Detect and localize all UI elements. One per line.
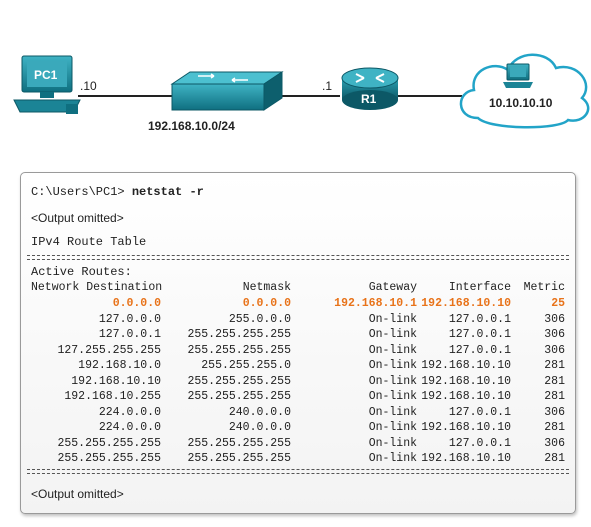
route-row: 192.168.10.10 255.255.255.255 On-link 192.1… <box>21 375 575 390</box>
route-cell-interface: 127.0.0.1 <box>448 328 511 341</box>
separator-line-bottom <box>27 469 569 474</box>
route-cell-interface: 192.168.10.10 <box>421 452 511 465</box>
route-cell-dest: 255.255.255.255 <box>57 452 161 465</box>
pc1-label: PC1 <box>34 68 58 82</box>
route-cell-dest: 192.168.10.10 <box>71 374 161 388</box>
route-cell-interface: 192.168.10.10 <box>421 297 511 310</box>
output-omitted-bottom: <Output omitted> <box>31 487 124 501</box>
terminal-output-box: C:\Users\PC1> netstat -r <Output omitted… <box>20 172 576 514</box>
route-cell-interface: 127.0.0.1 <box>448 436 511 450</box>
route-cell-interface: 192.168.10.10 <box>421 421 511 434</box>
route-table-title: IPv4 Route Table <box>31 235 147 249</box>
route-cell-dest: 127.0.0.0 <box>98 312 161 326</box>
route-row: 192.168.10.255 255.255.255.255 On-link 192.… <box>21 390 575 405</box>
header-network-destination: Network Destination <box>31 281 163 294</box>
route-cell-mask: 255.255.255.255 <box>187 328 291 341</box>
route-cell-interface: 192.168.10.10 <box>421 374 511 388</box>
route-row-default: 0.0.0.0 0.0.0.0 192.168.10.1 192.168.10.10 2… <box>21 297 575 312</box>
route-cell-metric: 281 <box>544 374 565 388</box>
route-cell-gateway: On-link <box>368 374 417 388</box>
route-cell-interface: 127.0.0.1 <box>448 405 511 419</box>
route-cell-gateway: On-link <box>368 312 417 326</box>
route-cell-mask: 240.0.0.0 <box>228 405 291 419</box>
command-prompt: C:\Users\PC1> <box>31 185 132 199</box>
header-netmask: Netmask <box>242 281 291 294</box>
network-address-label: 192.168.10.0/24 <box>148 119 235 133</box>
route-cell-gateway: On-link <box>368 328 417 341</box>
route-row: 127.255.255.255 255.255.255.255 On-link 127… <box>21 344 575 359</box>
router-port-address: .1 <box>322 79 332 93</box>
route-cell-mask: 255.0.0.0 <box>228 312 291 326</box>
route-cell-interface: 192.168.10.10 <box>421 359 511 372</box>
pc1-computer-icon[interactable] <box>13 55 81 114</box>
command-line: C:\Users\PC1> netstat -r <box>31 185 204 199</box>
header-metric: Metric <box>523 281 565 294</box>
route-cell-mask: 240.0.0.0 <box>228 421 291 434</box>
route-cell-dest: 127.255.255.255 <box>57 343 161 357</box>
route-row: 127.0.0.1 255.255.255.255 On-link 127.0.0.1… <box>21 328 575 343</box>
route-cell-dest: 192.168.10.255 <box>64 390 161 403</box>
route-row: 224.0.0.0 240.0.0.0 On-link 192.168.10.10 28… <box>21 421 575 436</box>
route-cell-gateway: On-link <box>368 359 417 372</box>
route-cell-gateway: On-link <box>368 390 417 403</box>
route-row: 255.255.255.255 255.255.255.255 On-link 127… <box>21 437 575 452</box>
remote-host-address: 10.10.10.10 <box>489 96 553 110</box>
separator-line <box>27 255 569 260</box>
route-cell-gateway: On-link <box>368 436 417 450</box>
route-cell-interface: 127.0.0.1 <box>448 312 511 326</box>
route-cell-metric: 306 <box>544 405 565 419</box>
route-cell-metric: 281 <box>544 359 565 372</box>
route-cell-metric: 306 <box>544 343 565 357</box>
route-cell-dest: 224.0.0.0 <box>98 421 161 434</box>
route-cell-interface: 192.168.10.10 <box>421 390 511 403</box>
switch-icon[interactable] <box>170 71 284 111</box>
route-cell-gateway: On-link <box>368 421 417 434</box>
route-cell-dest: 224.0.0.0 <box>98 405 161 419</box>
route-row: 192.168.10.0 255.255.255.0 On-link 192.168.… <box>21 359 575 374</box>
route-cell-metric: 281 <box>544 421 565 434</box>
route-cell-mask: 0.0.0.0 <box>242 297 291 310</box>
route-table-header: Network Destination Netmask Gateway Inte… <box>21 281 575 296</box>
route-row: 224.0.0.0 240.0.0.0 On-link 127.0.0.1 306 <box>21 406 575 421</box>
command-text: netstat -r <box>131 185 204 199</box>
route-cell-metric: 281 <box>544 390 565 403</box>
route-cell-mask: 255.255.255.255 <box>187 436 291 450</box>
route-cell-metric: 306 <box>544 436 565 450</box>
pc1-host-address: .10 <box>80 79 97 93</box>
header-interface: Interface <box>448 281 511 294</box>
route-cell-metric: 281 <box>544 452 565 465</box>
route-cell-mask: 255.255.255.255 <box>187 374 291 388</box>
route-cell-dest: 0.0.0.0 <box>112 297 161 310</box>
route-cell-mask: 255.255.255.255 <box>187 452 291 465</box>
header-gateway: Gateway <box>368 281 417 294</box>
route-cell-dest: 192.168.10.0 <box>78 359 161 372</box>
output-omitted-top: <Output omitted> <box>31 211 124 225</box>
route-cell-interface: 127.0.0.1 <box>448 343 511 357</box>
route-cell-gateway: On-link <box>368 405 417 419</box>
route-row: 127.0.0.0 255.0.0.0 On-link 127.0.0.1 306 <box>21 313 575 328</box>
route-cell-gateway: On-link <box>368 452 417 465</box>
network-topology: PC1 .10 192.168.10.0/24 .1 R1 10.10.10.1… <box>13 53 590 133</box>
route-cell-mask: 255.255.255.255 <box>187 390 291 403</box>
route-row: 255.255.255.255 255.255.255.255 On-link 192… <box>21 452 575 467</box>
route-cell-metric: 25 <box>551 297 565 310</box>
remote-host-computer-icon[interactable] <box>503 63 533 88</box>
route-cell-metric: 306 <box>544 328 565 341</box>
route-cell-dest: 255.255.255.255 <box>57 436 161 450</box>
route-cell-metric: 306 <box>544 312 565 326</box>
route-cell-gateway: 192.168.10.1 <box>334 297 417 310</box>
route-cell-mask: 255.255.255.0 <box>201 359 291 372</box>
route-cell-mask: 255.255.255.255 <box>187 343 291 357</box>
route-cell-dest: 127.0.0.1 <box>98 328 161 341</box>
router-label: R1 <box>361 92 377 106</box>
route-cell-gateway: On-link <box>368 343 417 357</box>
active-routes-label: Active Routes: <box>31 265 132 279</box>
